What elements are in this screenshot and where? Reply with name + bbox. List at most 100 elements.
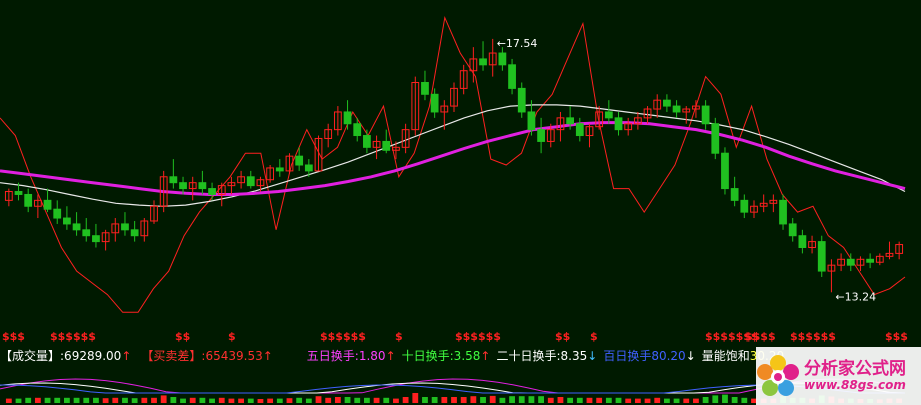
candle-body [14, 191, 23, 195]
volume-bar [470, 396, 477, 403]
candle-body [295, 155, 304, 166]
volume-bar [383, 397, 390, 403]
volume-bar [615, 397, 622, 403]
candle-body [246, 176, 255, 187]
signal-mark: $$$$$$ [455, 330, 501, 343]
volume-bar [228, 398, 235, 403]
candle-body [43, 199, 52, 210]
candle-body [672, 105, 681, 113]
signal-mark: $$$$ [745, 330, 776, 343]
candle-body [121, 223, 129, 231]
buy-sell-arrow: ↑ [262, 348, 273, 363]
volume-bar [64, 397, 70, 403]
turnover5-value: :1.80 [354, 348, 386, 363]
candle-body [663, 99, 671, 107]
volume-bar [509, 396, 515, 403]
candle-body [130, 229, 139, 237]
volume-bar [286, 398, 293, 403]
volume-arrow: ↑ [121, 348, 132, 363]
volume-bar [422, 397, 428, 403]
turnover5-indicator: 五日换手:1.80↑ [307, 347, 396, 364]
volume-bar [538, 396, 544, 403]
volume-bar [180, 398, 186, 403]
turnover100-arrow: ↓ [685, 348, 696, 363]
candle-body [343, 111, 352, 125]
candle-body [430, 93, 439, 113]
volume-bar [431, 397, 438, 403]
candle-body [798, 235, 807, 248]
volume-indicator: 【成交量】:69289.00↑ [0, 347, 131, 364]
volume-bar [141, 397, 148, 403]
logo-name: 分析家公式网 [804, 359, 906, 380]
signal-mark: $$ [175, 330, 191, 343]
candle-body [701, 105, 710, 125]
volume-bar [451, 397, 457, 403]
candle-body [517, 87, 526, 113]
signal-mark: $ [228, 330, 236, 343]
volume-bar [34, 397, 41, 403]
volume-bar [722, 394, 728, 403]
turnover20-arrow: ↓ [587, 348, 598, 363]
volume-bar [567, 397, 574, 403]
volume-bar [480, 397, 486, 403]
candle-body [711, 123, 720, 154]
volume-bar [499, 397, 506, 403]
volume-bar [247, 398, 254, 403]
candle-body [179, 182, 187, 190]
candle-body [730, 188, 739, 201]
volume-bar [731, 397, 738, 403]
candle-body [82, 229, 91, 237]
volume-bar [73, 397, 80, 403]
site-logo: 分析家公式网 www.88gs.com [756, 347, 921, 405]
volume-bar [83, 397, 90, 403]
volume-bar [576, 397, 583, 403]
volume-bar [596, 397, 603, 403]
volume-bar [296, 397, 303, 403]
volume-bar [189, 397, 196, 403]
signal-mark: $$$$$$ [50, 330, 96, 343]
volume-bar [673, 398, 680, 403]
volume-bar [518, 396, 525, 403]
turnover100-value: 80.20 [651, 348, 686, 363]
turnover20-value: :8.35 [556, 348, 588, 363]
volume-bar [5, 398, 12, 403]
turnover5-arrow: ↑ [385, 348, 396, 363]
volume-bar [44, 397, 51, 403]
volume-bar [693, 398, 699, 403]
candle-body [575, 123, 584, 137]
volume-bar [528, 396, 535, 403]
volume-bar [625, 398, 632, 403]
logo-url: www.88gs.com [804, 377, 906, 392]
signal-mark: $$$$$$ [320, 330, 366, 343]
volume-bar [15, 398, 22, 403]
volume-bar [209, 398, 215, 403]
volume-value: :69289.00 [60, 348, 122, 363]
volume-bar [712, 395, 719, 403]
volume-bar [170, 397, 177, 403]
candle-body [353, 123, 362, 137]
volume-bar [151, 397, 157, 403]
volume-label: 【成交量】 [0, 348, 61, 363]
volume-bar [25, 397, 32, 403]
signal-mark: $ [395, 330, 403, 343]
candle-body [537, 129, 545, 142]
candle-body [740, 199, 749, 213]
low-price-label: ←13.24 [835, 290, 876, 303]
ma-long-line [0, 121, 906, 196]
price-chart: ←17.54 ←13.24 [0, 15, 906, 313]
volume-bar [267, 398, 274, 403]
volume-bar [305, 398, 312, 403]
turnover100-label: 百日换手 [603, 348, 652, 363]
volume-bar [199, 397, 206, 403]
candle-body [508, 64, 516, 89]
volume-bar [547, 397, 554, 403]
volume-bar [102, 398, 109, 403]
volume-bar [218, 397, 225, 403]
volume-bar [605, 397, 612, 403]
candle-body [72, 223, 81, 231]
indicator-bar: 【成交量】:69289.00↑ 【买卖差】:65439.53↑ 五日换手:1.8… [0, 346, 784, 364]
turnover10-arrow: ↑ [480, 348, 491, 363]
turnover5-label: 五日换手 [306, 348, 355, 363]
volume-bar [364, 397, 370, 403]
volume-bar [238, 398, 244, 403]
